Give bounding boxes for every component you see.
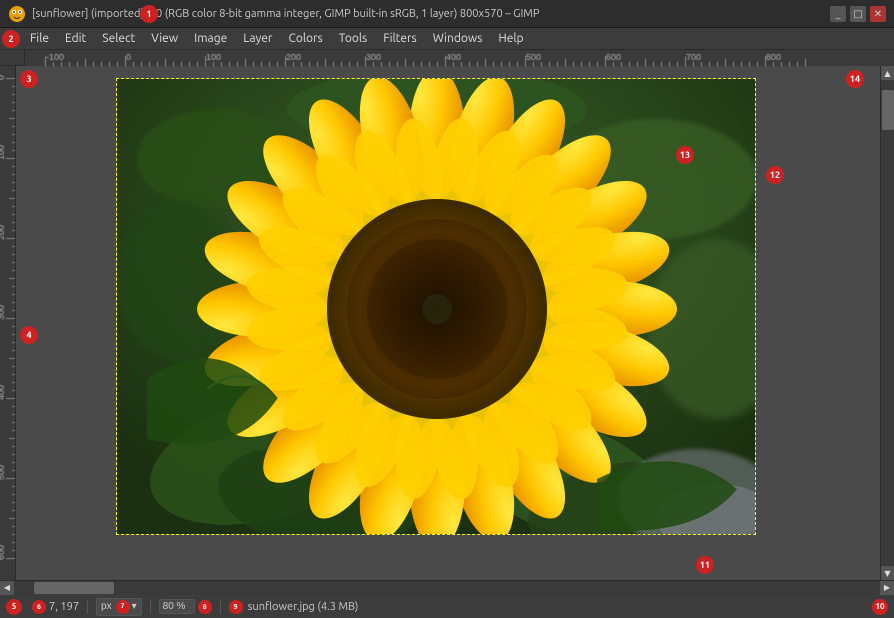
cursor-coordinates: 7, 197 [49, 601, 79, 613]
annotation-12: 12 [766, 166, 784, 184]
annotation-9: 9 [229, 600, 243, 614]
annotation-4: 4 [20, 326, 38, 344]
vertical-ruler [0, 66, 16, 580]
scroll-up-button[interactable]: ▲ [881, 66, 894, 80]
menu-layer[interactable]: Layer [235, 30, 280, 47]
menu-windows[interactable]: Windows [425, 30, 491, 47]
annotation-5: 5 [6, 599, 22, 615]
maximize-button[interactable]: □ [850, 6, 866, 22]
unit-button[interactable]: px 7 ▾ [96, 598, 142, 616]
zoom-area: 8 [155, 599, 216, 614]
vertical-scrollbar[interactable]: ▲ ▼ [880, 66, 894, 580]
menu-tools[interactable]: Tools [331, 30, 376, 47]
main-area: 3 4 11 12 13 14 ▲ ▼ [0, 66, 894, 580]
ruler-top-row [0, 50, 894, 66]
menubar: 2 File Edit Select View Image Layer Colo… [0, 28, 894, 50]
status-divider-2 [150, 600, 151, 614]
file-info: 9 sunflower.jpg (4.3 MB) [225, 600, 363, 614]
scroll-thumb-vertical[interactable] [882, 90, 894, 130]
close-button[interactable]: ✕ [870, 6, 886, 22]
annotation-14: 14 [846, 70, 864, 88]
horizontal-scrollbar[interactable]: ◀ ▶ [0, 580, 894, 594]
coordinates-display: 6 7, 197 [28, 600, 83, 614]
menu-colors[interactable]: Colors [280, 30, 330, 47]
menu-file[interactable]: File [22, 30, 57, 47]
status-divider-3 [220, 600, 221, 614]
annotation-6: 6 [32, 600, 46, 614]
sunflower-image [117, 79, 756, 535]
annotation-8: 8 [198, 600, 212, 614]
status-divider-1 [87, 600, 88, 614]
titlebar: [sunflower] (imported)-1.0 (RGB color 8-… [0, 0, 894, 28]
unit-selector: px 7 ▾ [92, 598, 146, 616]
annotation-7: 7 [116, 600, 130, 614]
ruler-corner [0, 50, 25, 66]
menu-select[interactable]: Select [94, 30, 143, 47]
unit-label: px [101, 601, 112, 612]
minimize-button[interactable]: _ [830, 6, 846, 22]
horizontal-ruler [25, 50, 894, 66]
annotation-2: 2 [2, 30, 20, 48]
app-icon [8, 5, 26, 23]
statusbar: 5 6 7, 197 px 7 ▾ 8 9 sunflower.jpg (4.3… [0, 594, 894, 618]
menu-help[interactable]: Help [490, 30, 531, 47]
window-title: [sunflower] (imported)-1.0 (RGB color 8-… [32, 8, 830, 20]
annotation-10: 10 [872, 599, 888, 615]
menu-filters[interactable]: Filters [375, 30, 424, 47]
unit-dropdown-icon: ▾ [132, 601, 137, 612]
scroll-down-button[interactable]: ▼ [881, 566, 894, 580]
canvas-area[interactable]: 3 4 11 12 13 14 [16, 66, 880, 580]
menu-image[interactable]: Image [186, 30, 235, 47]
image-canvas [116, 78, 756, 535]
annotation-3: 3 [20, 70, 38, 88]
menu-edit[interactable]: Edit [57, 30, 94, 47]
zoom-input[interactable] [159, 599, 195, 614]
file-info-label: sunflower.jpg (4.3 MB) [248, 601, 359, 613]
scroll-track-vertical[interactable] [881, 80, 894, 566]
annotation-11: 11 [696, 556, 714, 574]
window-controls: _ □ ✕ [830, 6, 886, 22]
menu-view[interactable]: View [143, 30, 186, 47]
